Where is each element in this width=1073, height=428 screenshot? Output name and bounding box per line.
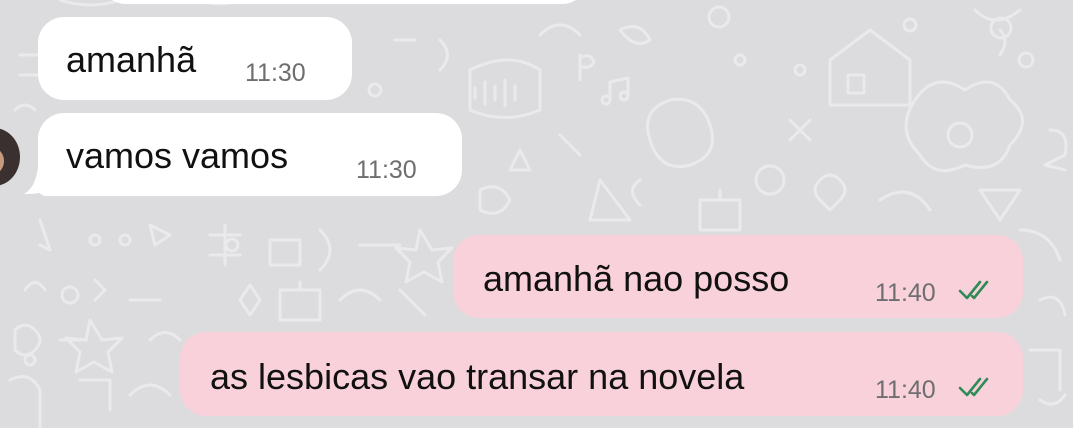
incoming-message-bubble[interactable]: vamos vamos 11:30 xyxy=(38,113,462,196)
message-text: as lesbicas vao transar na novela xyxy=(210,356,745,397)
double-check-icon xyxy=(958,280,989,300)
message-text: amanhã nao posso xyxy=(483,258,790,299)
double-check-icon xyxy=(958,377,989,397)
incoming-message-bubble[interactable]: amanhã 11:30 xyxy=(38,17,352,100)
message-timestamp: 11:30 xyxy=(245,59,306,87)
message-text: vamos vamos xyxy=(66,135,289,176)
message-timestamp: 11:40 xyxy=(875,376,936,404)
message-timestamp: 11:30 xyxy=(356,156,417,184)
previous-message-bubble xyxy=(100,0,588,4)
outgoing-message-bubble[interactable]: amanhã nao posso 11:40 xyxy=(453,235,1023,318)
outgoing-message-bubble[interactable]: as lesbicas vao transar na novela 11:40 xyxy=(180,332,1023,416)
message-timestamp: 11:40 xyxy=(875,279,936,307)
message-text: amanhã xyxy=(66,39,197,80)
avatar-face xyxy=(0,148,4,174)
